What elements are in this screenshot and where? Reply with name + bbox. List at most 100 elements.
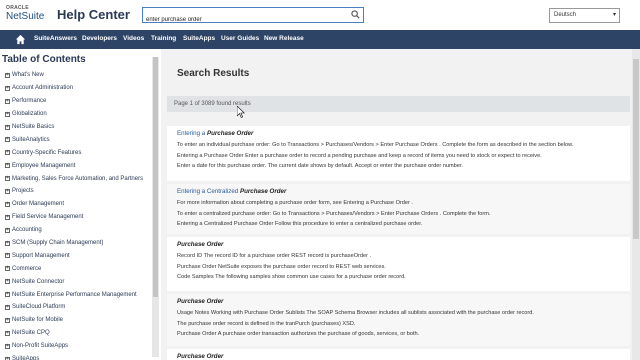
result-snippet: The purchase order record is defined in … [177, 320, 356, 327]
expand-plus-icon[interactable]: + [5, 214, 10, 220]
expand-plus-icon[interactable]: + [5, 176, 10, 182]
toc-item[interactable]: + What's New [5, 69, 155, 82]
expand-plus-icon[interactable]: + [5, 163, 10, 169]
result-title-link[interactable]: Purchase Order [177, 353, 620, 360]
expand-plus-icon[interactable]: + [5, 279, 10, 285]
main-scroll-thumb[interactable] [633, 59, 639, 239]
toc-item[interactable]: + Order Management [5, 198, 155, 211]
toc-title: Table of Contents [2, 54, 86, 65]
toc-item-label: Field Service Management [12, 214, 84, 221]
toc-item[interactable]: + Support Management [5, 249, 155, 262]
toc-item-label: NetSuite CPQ [12, 330, 50, 337]
sidebar-scrollbar[interactable] [152, 57, 159, 357]
toc-list: + What's New + Account Administration + Perfo… [5, 69, 155, 360]
toc-item[interactable]: + Globalization [5, 108, 155, 121]
result-card: Purchase Order Usage Notes Working with … [167, 294, 630, 346]
toc-item-label: Country-Specific Features [12, 149, 82, 156]
toc-item[interactable]: + NetSuite Enterprise Performance Managem… [5, 288, 155, 301]
toc-item-label: Accounting [12, 227, 42, 234]
result-title-link[interactable]: Entering a Centralized Purchase Order [177, 188, 620, 195]
toc-item-label: What's New [12, 72, 44, 79]
top-nav: SuiteAnswers Developers Videos Training … [0, 30, 640, 49]
result-snippet: Enter a date for this purchase order. Th… [177, 163, 463, 169]
expand-plus-icon[interactable]: + [5, 292, 10, 298]
result-card: Entering a Purchase Order To enter an in… [167, 126, 630, 181]
expand-plus-icon[interactable]: + [5, 188, 10, 194]
toc-item[interactable]: + Field Service Management [5, 211, 155, 224]
nav-suiteapps[interactable]: SuiteApps [183, 35, 215, 42]
expand-plus-icon[interactable]: + [5, 111, 10, 117]
expand-plus-icon[interactable]: + [5, 253, 10, 259]
logo-netsuite-text: NetSuite [6, 11, 45, 22]
toc-item[interactable]: + Employee Management [5, 159, 155, 172]
expand-plus-icon[interactable]: + [5, 85, 10, 91]
nav-new-release[interactable]: New Release [264, 35, 304, 42]
expand-plus-icon[interactable]: + [5, 201, 10, 207]
result-title-link[interactable]: Entering a Purchase Order [177, 130, 620, 137]
expand-plus-icon[interactable]: + [5, 137, 10, 143]
header: ORACLE NetSuite Help Center Deutsch ▾ [0, 0, 640, 30]
toc-item[interactable]: + Non-Profit SuiteApps [5, 340, 155, 353]
toc-item[interactable]: + Performance [5, 95, 155, 108]
expand-plus-icon[interactable]: + [5, 343, 10, 349]
mouse-cursor-icon [237, 106, 245, 118]
search-box[interactable] [142, 7, 364, 27]
expand-plus-icon[interactable]: + [5, 330, 10, 336]
result-snippet: Code Samples The following samples show … [177, 274, 406, 280]
result-title-link[interactable]: Purchase Order [177, 241, 620, 248]
result-card: Purchase Order [167, 349, 630, 360]
toc-item[interactable]: + SuiteAnalytics [5, 133, 155, 146]
toc-item[interactable]: + SuiteApps [5, 353, 155, 360]
result-title-link[interactable]: Purchase Order [177, 298, 620, 305]
home-icon[interactable] [15, 34, 26, 45]
search-icon[interactable] [351, 10, 360, 19]
expand-plus-icon[interactable]: + [5, 356, 10, 360]
toc-item[interactable]: + NetSuite for Mobile [5, 314, 155, 327]
result-snippet: To enter a centralized purchase order: G… [177, 210, 491, 217]
toc-item-label: SuiteAnalytics [12, 136, 50, 143]
expand-plus-icon[interactable]: + [5, 317, 10, 323]
result-snippet: Purchase Order A purchase order transact… [177, 331, 420, 337]
expand-plus-icon[interactable]: + [5, 266, 10, 272]
expand-plus-icon[interactable]: + [5, 304, 10, 310]
toc-item-label: Non-Profit SuiteApps [12, 343, 69, 350]
toc-item[interactable]: + Commerce [5, 262, 155, 275]
result-snippet: Entering a Purchase Order Enter a purcha… [177, 152, 542, 159]
toc-item-label: Projects [12, 188, 34, 195]
search-input[interactable] [143, 13, 343, 27]
nav-user-guides[interactable]: User Guides [221, 35, 259, 42]
toc-item[interactable]: + SuiteCloud Platform [5, 301, 155, 314]
expand-plus-icon[interactable]: + [5, 150, 10, 156]
expand-plus-icon[interactable]: + [5, 98, 10, 104]
netsuite-logo[interactable]: ORACLE NetSuite [6, 5, 46, 25]
toc-item-label: Performance [12, 98, 47, 105]
sidebar-scroll-thumb[interactable] [153, 57, 158, 297]
toc-item[interactable]: + NetSuite Basics [5, 121, 155, 134]
result-snippet: Purchase Order NetSuite exposes the purc… [177, 263, 386, 270]
main-content: Search Results Page 1 of 3089 found resu… [161, 49, 640, 360]
expand-plus-icon[interactable]: + [5, 240, 10, 246]
toc-item[interactable]: + SCM (Supply Chain Management) [5, 237, 155, 250]
toc-item[interactable]: + Projects [5, 185, 155, 198]
toc-item-label: Employee Management [12, 162, 76, 169]
toc-item-label: Support Management [12, 252, 70, 259]
expand-plus-icon[interactable]: + [5, 72, 10, 78]
toc-item[interactable]: + Accounting [5, 224, 155, 237]
nav-suiteanswers[interactable]: SuiteAnswers [34, 35, 77, 42]
toc-item[interactable]: + Account Administration [5, 82, 155, 95]
nav-videos[interactable]: Videos [123, 35, 144, 42]
language-value: Deutsch [554, 12, 577, 18]
toc-item[interactable]: + NetSuite Connector [5, 275, 155, 288]
toc-item-label: Account Administration [12, 85, 74, 92]
toc-item[interactable]: + Marketing, Sales Force Automation, and … [5, 172, 155, 185]
nav-developers[interactable]: Developers [82, 35, 117, 42]
toc-item-label: Globalization [12, 111, 47, 118]
toc-item[interactable]: + Country-Specific Features [5, 146, 155, 159]
language-select[interactable]: Deutsch ▾ [549, 8, 620, 23]
toc-item[interactable]: + NetSuite CPQ [5, 327, 155, 340]
expand-plus-icon[interactable]: + [5, 124, 10, 130]
expand-plus-icon[interactable]: + [5, 227, 10, 233]
result-card: Purchase Order Record ID The record ID f… [167, 237, 630, 291]
nav-training[interactable]: Training [151, 35, 176, 42]
main-scrollbar[interactable] [632, 49, 640, 360]
